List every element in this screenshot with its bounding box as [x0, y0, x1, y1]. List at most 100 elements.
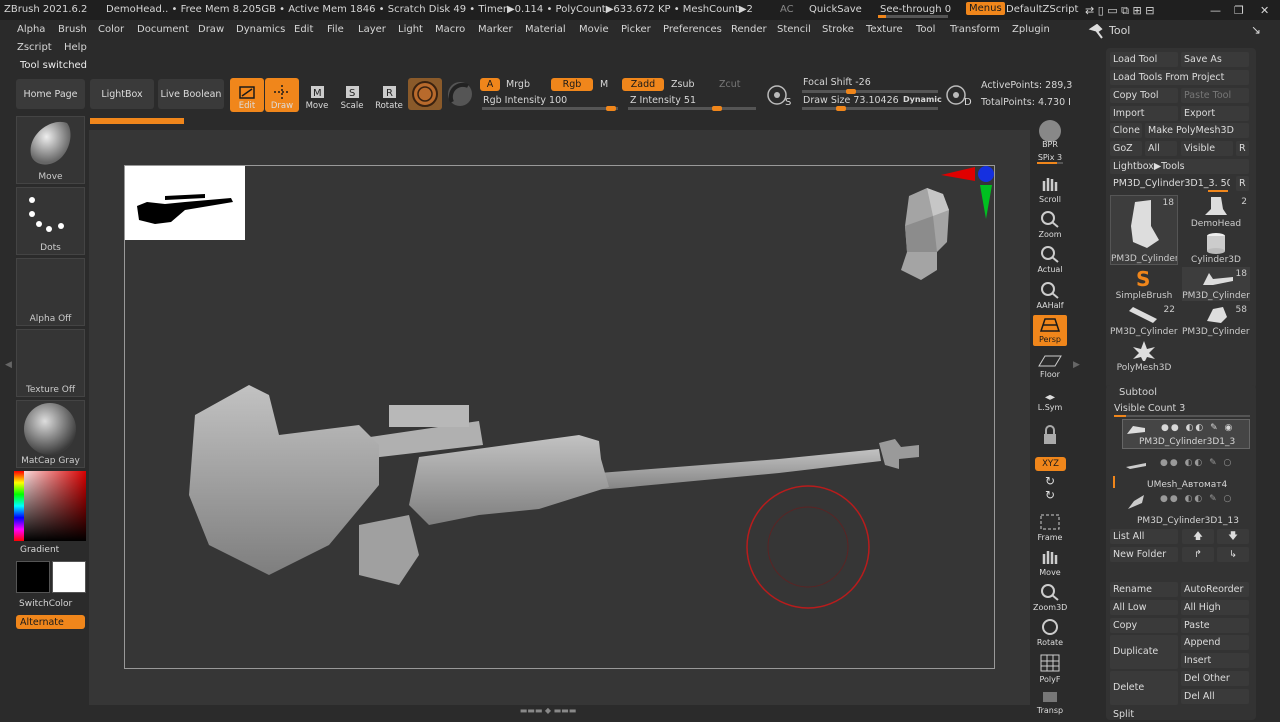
d-toggle[interactable]: D — [944, 83, 972, 111]
tool-thumb-demohead[interactable]: 2 DemoHead — [1182, 195, 1250, 229]
xyz-rotation-button[interactable]: XYZ — [1035, 457, 1066, 471]
z-intensity-label[interactable]: Z Intensity 51 — [630, 95, 696, 106]
import-button[interactable]: Import — [1110, 106, 1178, 121]
subtool-title[interactable]: Subtool — [1119, 387, 1157, 398]
new-folder-button[interactable]: New Folder — [1110, 547, 1178, 562]
rotate-view-button[interactable]: Rotate — [1033, 618, 1067, 648]
move-view-button[interactable]: Move — [1033, 548, 1067, 578]
left-tray-arrow-icon[interactable]: ◀ — [5, 360, 12, 374]
tool-thumb-polymesh3d[interactable]: PolyMesh3D — [1110, 339, 1178, 373]
menu-light[interactable]: Light — [398, 24, 423, 35]
menu-brush[interactable]: Brush — [58, 24, 87, 35]
zcut-toggle[interactable]: Zcut — [719, 79, 740, 90]
save-as-button[interactable]: Save As — [1181, 52, 1249, 67]
s-lazy-button[interactable]: S — [765, 83, 793, 111]
menu-zplugin[interactable]: Zplugin — [1012, 24, 1050, 35]
draw-size-label[interactable]: Draw Size 73.10426 — [803, 95, 899, 106]
floor-button[interactable]: Floor — [1033, 352, 1067, 380]
brush-selector[interactable]: Move — [16, 116, 85, 184]
menu-movie[interactable]: Movie — [579, 24, 609, 35]
menu-file[interactable]: File — [327, 24, 344, 35]
focal-shift-slider[interactable] — [802, 89, 938, 94]
texture-selector[interactable]: Texture Off — [16, 329, 85, 397]
export-button[interactable]: Export — [1181, 106, 1249, 121]
zoom3d-button[interactable]: Zoom3D — [1033, 583, 1067, 613]
viewport[interactable] — [89, 130, 1030, 705]
append-button[interactable]: Append — [1181, 635, 1249, 650]
visible-count-slider[interactable]: Visible Count 3 — [1114, 403, 1185, 414]
frame-button[interactable]: Frame — [1033, 513, 1067, 543]
right-tray-arrow-icon[interactable]: ▶ — [1073, 360, 1080, 374]
scale-mode-button[interactable]: S Scale — [335, 78, 369, 112]
menu-stroke[interactable]: Stroke — [822, 24, 854, 35]
menu-draw[interactable]: Draw — [198, 24, 224, 35]
menus-button[interactable]: Menus — [966, 2, 1005, 15]
lock-button[interactable] — [1033, 424, 1067, 450]
lightbox-button[interactable]: LightBox — [90, 79, 154, 109]
zoom-button[interactable]: Zoom — [1033, 210, 1067, 240]
material-sphere-button[interactable] — [446, 80, 474, 108]
copy-tool-button[interactable]: Copy Tool — [1110, 88, 1178, 103]
menu-transform[interactable]: Transform — [950, 24, 1000, 35]
menu-material[interactable]: Material — [525, 24, 566, 35]
subtool-scrollbar[interactable] — [1113, 476, 1115, 488]
menu-preferences[interactable]: Preferences — [663, 24, 722, 35]
actual-button[interactable]: Actual — [1033, 245, 1067, 275]
aahalf-button[interactable]: AAHalf — [1033, 281, 1067, 311]
current-tool-r-button[interactable]: R — [1236, 176, 1249, 191]
draw-mode-button[interactable]: Draw — [265, 78, 299, 112]
menu-stencil[interactable]: Stencil — [777, 24, 811, 35]
polyframe-button[interactable]: PolyF — [1033, 653, 1067, 684]
quicksave-button[interactable]: QuickSave — [809, 4, 862, 15]
folder-arrow-icon[interactable]: ↱ — [1182, 547, 1214, 562]
insert-button[interactable]: Insert — [1181, 653, 1249, 668]
persp-button[interactable]: Persp — [1033, 315, 1067, 346]
hue-strip[interactable] — [14, 471, 24, 541]
material-selector[interactable]: MatCap Gray — [16, 400, 85, 468]
mrgb-toggle[interactable]: Mrgb — [506, 79, 530, 90]
rename-button[interactable]: Rename — [1110, 582, 1178, 597]
all-low-button[interactable]: All Low — [1110, 600, 1178, 615]
menu-document[interactable]: Document — [137, 24, 189, 35]
menu-help[interactable]: Help — [64, 42, 87, 53]
dynamic-toggle[interactable]: Dynamic — [903, 95, 942, 104]
delete-button[interactable]: Delete — [1110, 671, 1178, 705]
transp-button[interactable]: Transp — [1033, 690, 1067, 718]
menu-tool[interactable]: Tool — [916, 24, 935, 35]
clone-button[interactable]: Clone — [1110, 123, 1142, 138]
current-tool-slider[interactable]: PM3D_Cylinder3D1_3. 50 — [1110, 176, 1230, 191]
primary-color-swatch[interactable] — [52, 561, 86, 593]
move-up-arrow-icon[interactable]: 🡅 — [1182, 529, 1214, 544]
navigator-thumbnail[interactable] — [125, 166, 245, 240]
menu-render[interactable]: Render — [731, 24, 767, 35]
subtool-toggles-icons[interactable]: ●● ◐◐ ✎ ○ — [1160, 458, 1233, 468]
rgb-toggle[interactable]: Rgb — [551, 78, 593, 91]
paste-button[interactable]: Paste — [1181, 618, 1249, 633]
color-picker[interactable] — [14, 471, 86, 541]
menu-dynamics[interactable]: Dynamics — [236, 24, 285, 35]
layout-icons[interactable]: ⇄ ▯ ▭ ⧉ ⊞ ⊟ — [1085, 4, 1154, 18]
subtool-item[interactable]: ●● ◐◐ ✎ ○ UMesh_Автомат4 — [1122, 455, 1250, 490]
folder-arrow-icon[interactable]: ↳ — [1217, 547, 1249, 562]
paste-tool-button[interactable]: Paste Tool — [1181, 88, 1249, 103]
goz-r-button[interactable]: R — [1236, 141, 1249, 156]
spix-slider[interactable]: SPix 3 — [1033, 153, 1067, 165]
brush-preview-button[interactable] — [408, 78, 442, 110]
zadd-toggle[interactable]: Zadd — [622, 78, 664, 91]
subtool-item[interactable]: ●● ◐◐ ✎ ○ PM3D_Cylinder3D1_13 — [1122, 491, 1250, 526]
close-icon[interactable]: ✕ — [1260, 4, 1269, 17]
goz-all-button[interactable]: All — [1145, 141, 1177, 156]
minimize-icon[interactable]: — — [1210, 4, 1221, 17]
tool-thumb-cylinder3d[interactable]: Cylinder3D — [1182, 231, 1250, 265]
copy-button[interactable]: Copy — [1110, 618, 1178, 633]
rgb-intensity-label[interactable]: Rgb Intensity 100 — [483, 95, 567, 106]
menu-picker[interactable]: Picker — [621, 24, 651, 35]
home-page-button[interactable]: Home Page — [16, 79, 85, 109]
del-other-button[interactable]: Del Other — [1181, 671, 1249, 686]
autoreorder-button[interactable]: AutoReorder — [1181, 582, 1249, 597]
live-boolean-button[interactable]: Live Boolean — [158, 79, 224, 109]
seethrough-track[interactable] — [878, 15, 948, 18]
palette-popout-icon[interactable]: ↘ — [1251, 23, 1261, 37]
bottom-tray-handle[interactable]: ▬▬▬ ◆ ▬▬▬ — [500, 706, 596, 715]
alternate-button[interactable]: Alternate — [16, 615, 85, 629]
